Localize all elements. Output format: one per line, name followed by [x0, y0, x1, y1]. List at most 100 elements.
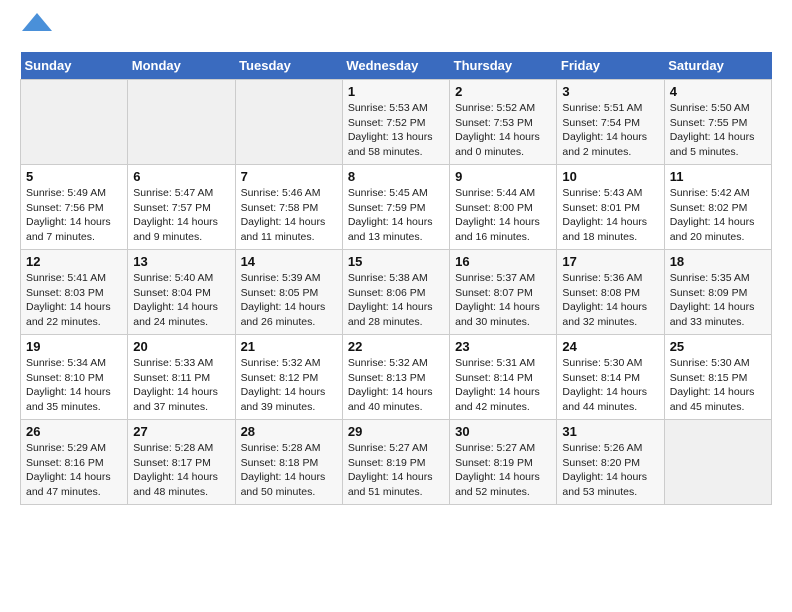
column-header-saturday: Saturday [664, 52, 771, 80]
day-number: 15 [348, 254, 444, 269]
day-number: 19 [26, 339, 122, 354]
calendar-cell: 26 Sunrise: 5:29 AM Sunset: 8:16 PM Dayli… [21, 420, 128, 505]
day-number: 11 [670, 169, 766, 184]
calendar-cell: 6 Sunrise: 5:47 AM Sunset: 7:57 PM Daylig… [128, 165, 235, 250]
day-content: Sunrise: 5:29 AM Sunset: 8:16 PM Dayligh… [26, 441, 122, 500]
day-number: 10 [562, 169, 658, 184]
calendar-cell: 7 Sunrise: 5:46 AM Sunset: 7:58 PM Daylig… [235, 165, 342, 250]
day-number: 29 [348, 424, 444, 439]
day-content: Sunrise: 5:40 AM Sunset: 8:04 PM Dayligh… [133, 271, 229, 330]
day-content: Sunrise: 5:30 AM Sunset: 8:14 PM Dayligh… [562, 356, 658, 415]
day-number: 16 [455, 254, 551, 269]
calendar-cell: 13 Sunrise: 5:40 AM Sunset: 8:04 PM Dayli… [128, 250, 235, 335]
calendar-week-5: 26 Sunrise: 5:29 AM Sunset: 8:16 PM Dayli… [21, 420, 772, 505]
calendar-table: SundayMondayTuesdayWednesdayThursdayFrid… [20, 52, 772, 505]
calendar-cell: 30 Sunrise: 5:27 AM Sunset: 8:19 PM Dayli… [450, 420, 557, 505]
day-content: Sunrise: 5:38 AM Sunset: 8:06 PM Dayligh… [348, 271, 444, 330]
column-header-thursday: Thursday [450, 52, 557, 80]
day-content: Sunrise: 5:28 AM Sunset: 8:18 PM Dayligh… [241, 441, 337, 500]
day-number: 12 [26, 254, 122, 269]
calendar-cell: 3 Sunrise: 5:51 AM Sunset: 7:54 PM Daylig… [557, 80, 664, 165]
day-content: Sunrise: 5:52 AM Sunset: 7:53 PM Dayligh… [455, 101, 551, 160]
day-content: Sunrise: 5:44 AM Sunset: 8:00 PM Dayligh… [455, 186, 551, 245]
day-number: 28 [241, 424, 337, 439]
column-header-wednesday: Wednesday [342, 52, 449, 80]
day-number: 18 [670, 254, 766, 269]
calendar-cell: 11 Sunrise: 5:42 AM Sunset: 8:02 PM Dayli… [664, 165, 771, 250]
day-number: 21 [241, 339, 337, 354]
day-number: 13 [133, 254, 229, 269]
calendar-cell [21, 80, 128, 165]
calendar-header-row: SundayMondayTuesdayWednesdayThursdayFrid… [21, 52, 772, 80]
day-content: Sunrise: 5:42 AM Sunset: 8:02 PM Dayligh… [670, 186, 766, 245]
day-content: Sunrise: 5:27 AM Sunset: 8:19 PM Dayligh… [455, 441, 551, 500]
calendar-cell: 28 Sunrise: 5:28 AM Sunset: 8:18 PM Dayli… [235, 420, 342, 505]
calendar-cell [235, 80, 342, 165]
day-content: Sunrise: 5:27 AM Sunset: 8:19 PM Dayligh… [348, 441, 444, 500]
day-content: Sunrise: 5:28 AM Sunset: 8:17 PM Dayligh… [133, 441, 229, 500]
column-header-sunday: Sunday [21, 52, 128, 80]
column-header-friday: Friday [557, 52, 664, 80]
day-content: Sunrise: 5:32 AM Sunset: 8:13 PM Dayligh… [348, 356, 444, 415]
day-number: 9 [455, 169, 551, 184]
calendar-cell: 16 Sunrise: 5:37 AM Sunset: 8:07 PM Dayli… [450, 250, 557, 335]
day-number: 6 [133, 169, 229, 184]
day-number: 20 [133, 339, 229, 354]
calendar-cell [128, 80, 235, 165]
calendar-cell: 25 Sunrise: 5:30 AM Sunset: 8:15 PM Dayli… [664, 335, 771, 420]
day-number: 30 [455, 424, 551, 439]
day-content: Sunrise: 5:34 AM Sunset: 8:10 PM Dayligh… [26, 356, 122, 415]
day-content: Sunrise: 5:41 AM Sunset: 8:03 PM Dayligh… [26, 271, 122, 330]
day-number: 26 [26, 424, 122, 439]
calendar-cell [664, 420, 771, 505]
day-number: 7 [241, 169, 337, 184]
day-content: Sunrise: 5:46 AM Sunset: 7:58 PM Dayligh… [241, 186, 337, 245]
day-number: 2 [455, 84, 551, 99]
day-number: 31 [562, 424, 658, 439]
calendar-cell: 29 Sunrise: 5:27 AM Sunset: 8:19 PM Dayli… [342, 420, 449, 505]
day-number: 1 [348, 84, 444, 99]
day-content: Sunrise: 5:37 AM Sunset: 8:07 PM Dayligh… [455, 271, 551, 330]
calendar-week-2: 5Sunrise: 5:49 AM Sunset: 7:56 PM Daylig… [21, 165, 772, 250]
day-content: Sunrise: 5:47 AM Sunset: 7:57 PM Dayligh… [133, 186, 229, 245]
calendar-week-4: 19 Sunrise: 5:34 AM Sunset: 8:10 PM Dayli… [21, 335, 772, 420]
calendar-cell: 14Sunrise: 5:39 AM Sunset: 8:05 PM Dayli… [235, 250, 342, 335]
day-number: 4 [670, 84, 766, 99]
calendar-cell: 19 Sunrise: 5:34 AM Sunset: 8:10 PM Dayli… [21, 335, 128, 420]
calendar-cell: 15 Sunrise: 5:38 AM Sunset: 8:06 PM Dayli… [342, 250, 449, 335]
day-content: Sunrise: 5:53 AM Sunset: 7:52 PM Dayligh… [348, 101, 444, 160]
day-content: Sunrise: 5:49 AM Sunset: 7:56 PM Dayligh… [26, 186, 122, 245]
day-content: Sunrise: 5:36 AM Sunset: 8:08 PM Dayligh… [562, 271, 658, 330]
day-number: 3 [562, 84, 658, 99]
day-number: 17 [562, 254, 658, 269]
column-header-monday: Monday [128, 52, 235, 80]
calendar-cell: 4 Sunrise: 5:50 AM Sunset: 7:55 PM Daylig… [664, 80, 771, 165]
day-content: Sunrise: 5:31 AM Sunset: 8:14 PM Dayligh… [455, 356, 551, 415]
day-content: Sunrise: 5:30 AM Sunset: 8:15 PM Dayligh… [670, 356, 766, 415]
calendar-cell: 21 Sunrise: 5:32 AM Sunset: 8:12 PM Dayli… [235, 335, 342, 420]
calendar-cell: 22 Sunrise: 5:32 AM Sunset: 8:13 PM Dayli… [342, 335, 449, 420]
day-content: Sunrise: 5:35 AM Sunset: 8:09 PM Dayligh… [670, 271, 766, 330]
day-number: 25 [670, 339, 766, 354]
calendar-cell: 2 Sunrise: 5:52 AM Sunset: 7:53 PM Daylig… [450, 80, 557, 165]
calendar-cell: 23 Sunrise: 5:31 AM Sunset: 8:14 PM Dayli… [450, 335, 557, 420]
calendar-cell: 17 Sunrise: 5:36 AM Sunset: 8:08 PM Dayli… [557, 250, 664, 335]
day-number: 22 [348, 339, 444, 354]
calendar-cell: 24Sunrise: 5:30 AM Sunset: 8:14 PM Dayli… [557, 335, 664, 420]
calendar-cell: 8Sunrise: 5:45 AM Sunset: 7:59 PM Daylig… [342, 165, 449, 250]
calendar-cell: 1 Sunrise: 5:53 AM Sunset: 7:52 PM Daylig… [342, 80, 449, 165]
page-header [20, 20, 772, 42]
day-number: 23 [455, 339, 551, 354]
calendar-week-3: 12 Sunrise: 5:41 AM Sunset: 8:03 PM Dayli… [21, 250, 772, 335]
logo [20, 20, 52, 42]
day-content: Sunrise: 5:39 AM Sunset: 8:05 PM Dayligh… [241, 271, 337, 330]
calendar-cell: 10 Sunrise: 5:43 AM Sunset: 8:01 PM Dayli… [557, 165, 664, 250]
calendar-cell: 31 Sunrise: 5:26 AM Sunset: 8:20 PM Dayli… [557, 420, 664, 505]
day-content: Sunrise: 5:43 AM Sunset: 8:01 PM Dayligh… [562, 186, 658, 245]
calendar-cell: 5Sunrise: 5:49 AM Sunset: 7:56 PM Daylig… [21, 165, 128, 250]
day-content: Sunrise: 5:51 AM Sunset: 7:54 PM Dayligh… [562, 101, 658, 160]
day-content: Sunrise: 5:50 AM Sunset: 7:55 PM Dayligh… [670, 101, 766, 160]
calendar-cell: 18 Sunrise: 5:35 AM Sunset: 8:09 PM Dayli… [664, 250, 771, 335]
day-content: Sunrise: 5:32 AM Sunset: 8:12 PM Dayligh… [241, 356, 337, 415]
day-content: Sunrise: 5:26 AM Sunset: 8:20 PM Dayligh… [562, 441, 658, 500]
